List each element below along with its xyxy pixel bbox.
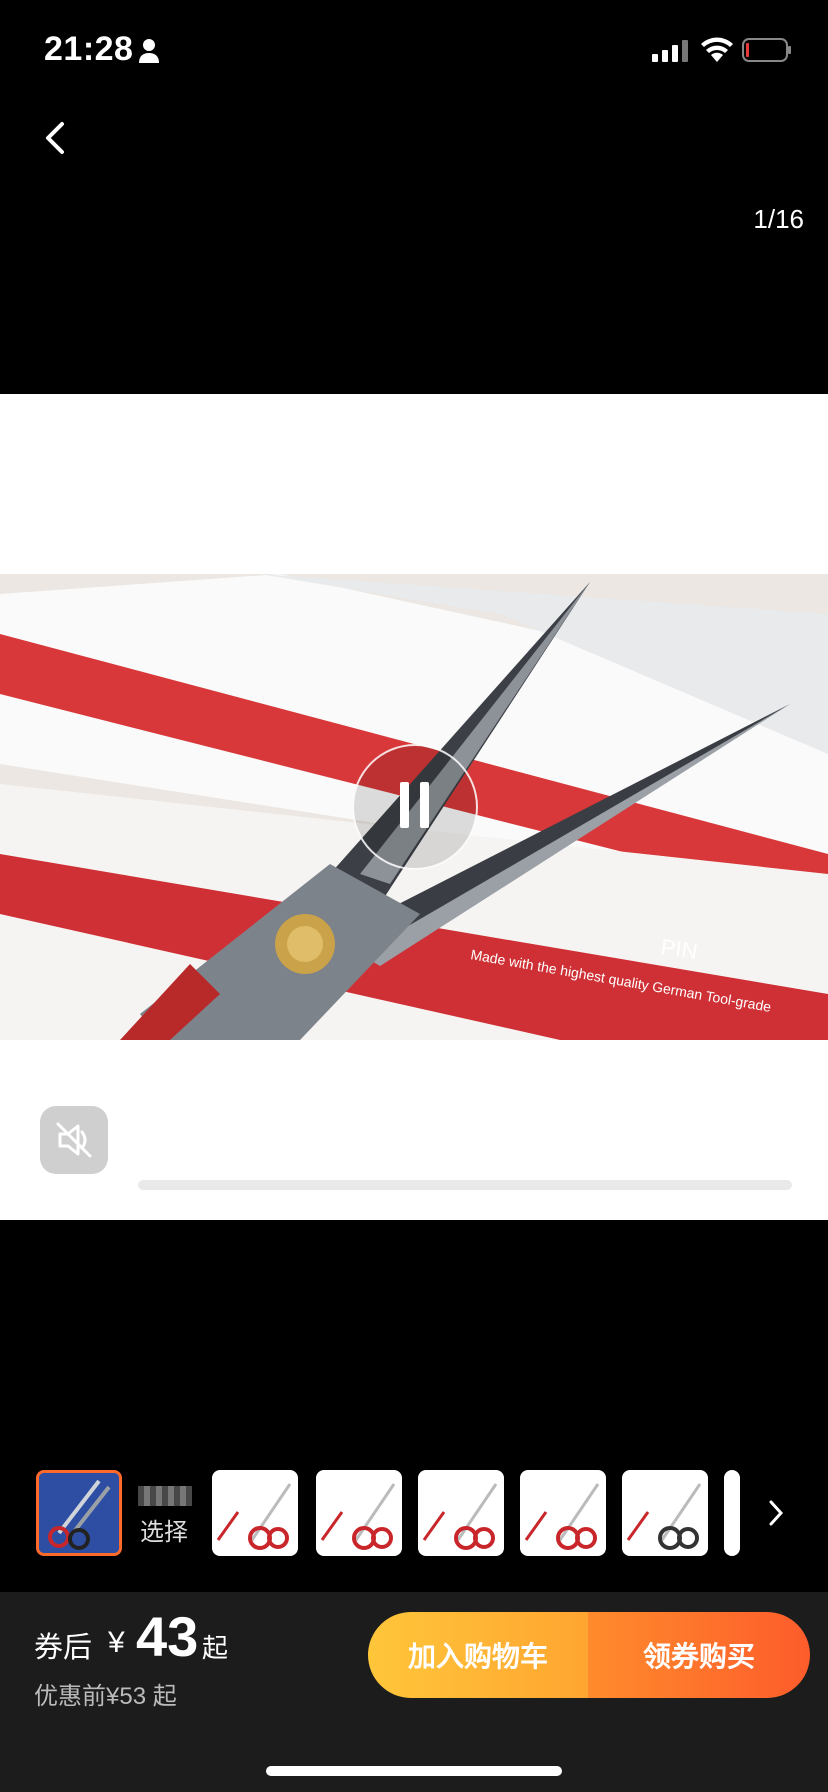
variant-thumb[interactable] <box>212 1470 298 1556</box>
price-suffix: 起 <box>202 1633 229 1663</box>
wifi-icon <box>701 37 733 62</box>
pause-button[interactable] <box>352 744 478 870</box>
person-icon <box>139 39 159 63</box>
scissors-icon <box>39 1473 119 1553</box>
currency-symbol: ¥ <box>108 1626 125 1659</box>
add-to-cart-button[interactable]: 加入购物车 <box>368 1612 588 1698</box>
variant-thumb-selected[interactable] <box>36 1470 122 1556</box>
coupon-label: 券后 <box>34 1632 93 1664</box>
buy-now-button[interactable]: 领券购买 <box>588 1612 810 1698</box>
scissors-icon <box>524 1483 600 1550</box>
muted-speaker-icon <box>56 1122 92 1158</box>
scissors-icon <box>626 1483 702 1550</box>
scissors-icon <box>422 1483 498 1550</box>
variant-thumb-partial[interactable] <box>724 1470 740 1556</box>
variant-thumb[interactable] <box>316 1470 402 1556</box>
image-counter: 1/16 <box>753 204 804 234</box>
scissors-icon <box>320 1483 396 1550</box>
select-blur <box>138 1486 192 1506</box>
price: 43 <box>136 1605 199 1668</box>
video-progress-bar[interactable] <box>138 1180 792 1190</box>
select-label[interactable]: 选择 <box>140 1512 188 1547</box>
chevron-right-icon[interactable] <box>766 1498 786 1528</box>
variant-thumb[interactable] <box>622 1470 708 1556</box>
scissors-icon <box>216 1483 292 1550</box>
svg-text:PIN: PIN <box>659 934 699 964</box>
home-indicator <box>266 1766 562 1776</box>
status-time: 21:28 <box>44 30 134 68</box>
action-buttons: 加入购物车 领券购买 <box>368 1612 810 1698</box>
signal-icon <box>652 40 688 62</box>
variant-thumb[interactable] <box>520 1470 606 1556</box>
original-price: 优惠前¥53 起 <box>34 1683 177 1710</box>
back-button[interactable] <box>40 118 70 158</box>
variant-thumb[interactable] <box>418 1470 504 1556</box>
mute-button[interactable] <box>40 1106 108 1174</box>
battery-icon <box>742 38 791 62</box>
